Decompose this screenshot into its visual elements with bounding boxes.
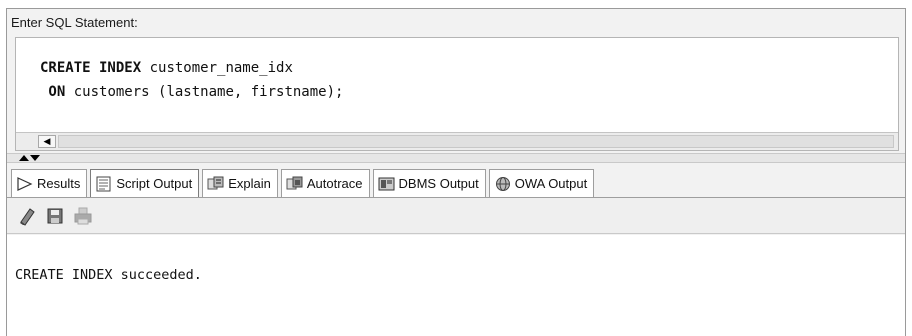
tab-autotrace[interactable]: Autotrace — [280, 169, 370, 197]
sql-editor[interactable]: CREATE INDEX customer_name_idx ON custom… — [15, 37, 899, 151]
tab-results[interactable]: Results — [11, 169, 88, 197]
tab-label: DBMS Output — [398, 176, 479, 191]
tab-owa-output[interactable]: OWA Output — [488, 169, 595, 197]
horizontal-scrollbar[interactable]: ◀ — [16, 132, 898, 150]
sql-text: customer_name_idx — [141, 60, 293, 76]
sql-keyword: CREATE INDEX — [40, 60, 142, 76]
tab-script-output[interactable]: Script Output — [90, 169, 200, 197]
save-icon[interactable] — [45, 206, 65, 226]
scroll-track[interactable] — [58, 135, 894, 148]
eraser-icon[interactable] — [17, 206, 37, 226]
output-toolbar — [7, 198, 905, 234]
play-icon — [16, 176, 34, 192]
explain-icon — [207, 176, 225, 192]
tab-explain[interactable]: Explain — [202, 169, 278, 197]
script-icon — [95, 176, 113, 192]
tab-label: Results — [37, 176, 81, 191]
editor-label: Enter SQL Statement: — [11, 15, 138, 30]
autotrace-icon — [286, 176, 304, 192]
tab-label: OWA Output — [514, 176, 588, 191]
collapse-up-icon[interactable] — [19, 155, 29, 161]
tab-label: Autotrace — [306, 176, 363, 191]
sql-text: customers (lastname, firstname); — [65, 84, 344, 100]
output-tabs: Results Script Output Explain Autotrace … — [11, 169, 595, 197]
pane-splitter[interactable] — [7, 153, 905, 163]
tab-label: Script Output — [116, 176, 193, 191]
tab-label: Explain — [228, 176, 271, 191]
script-output-area[interactable]: CREATE INDEX succeeded. — [7, 235, 905, 336]
sql-worksheet-panel: Enter SQL Statement: CREATE INDEX custom… — [6, 8, 906, 336]
sql-keyword: ON — [40, 84, 66, 100]
collapse-down-icon[interactable] — [30, 155, 40, 161]
print-icon[interactable] — [73, 206, 93, 226]
sql-code[interactable]: CREATE INDEX customer_name_idx ON custom… — [40, 56, 343, 104]
scroll-left-button[interactable]: ◀ — [38, 135, 56, 148]
output-text: CREATE INDEX succeeded. — [15, 267, 202, 283]
dbms-icon — [378, 176, 396, 192]
tab-dbms-output[interactable]: DBMS Output — [372, 169, 486, 197]
owa-icon — [494, 176, 512, 192]
